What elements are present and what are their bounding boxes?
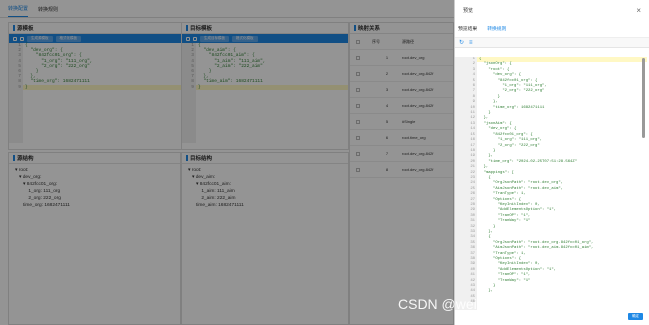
tab-preview-result[interactable]: 预览结果	[458, 25, 477, 32]
drawer-scrollbar[interactable]	[642, 58, 645, 138]
watermark: CSDN @weixin_41728451	[398, 296, 565, 312]
format-icon[interactable]: ≡	[469, 40, 473, 46]
modal-overlay[interactable]	[0, 0, 454, 325]
rules-code-editor[interactable]: 1 2 3 4 5 6 7 8 9 10 11 12 13 14 15 16 1…	[455, 57, 647, 310]
ok-button[interactable]: 确定	[628, 313, 643, 320]
close-icon[interactable]: ×	[636, 6, 641, 15]
redo-icon[interactable]: ↻	[459, 39, 464, 46]
tab-transform-rules-drawer[interactable]: 转换规则	[487, 25, 506, 32]
drawer-title: 预览	[463, 7, 474, 14]
